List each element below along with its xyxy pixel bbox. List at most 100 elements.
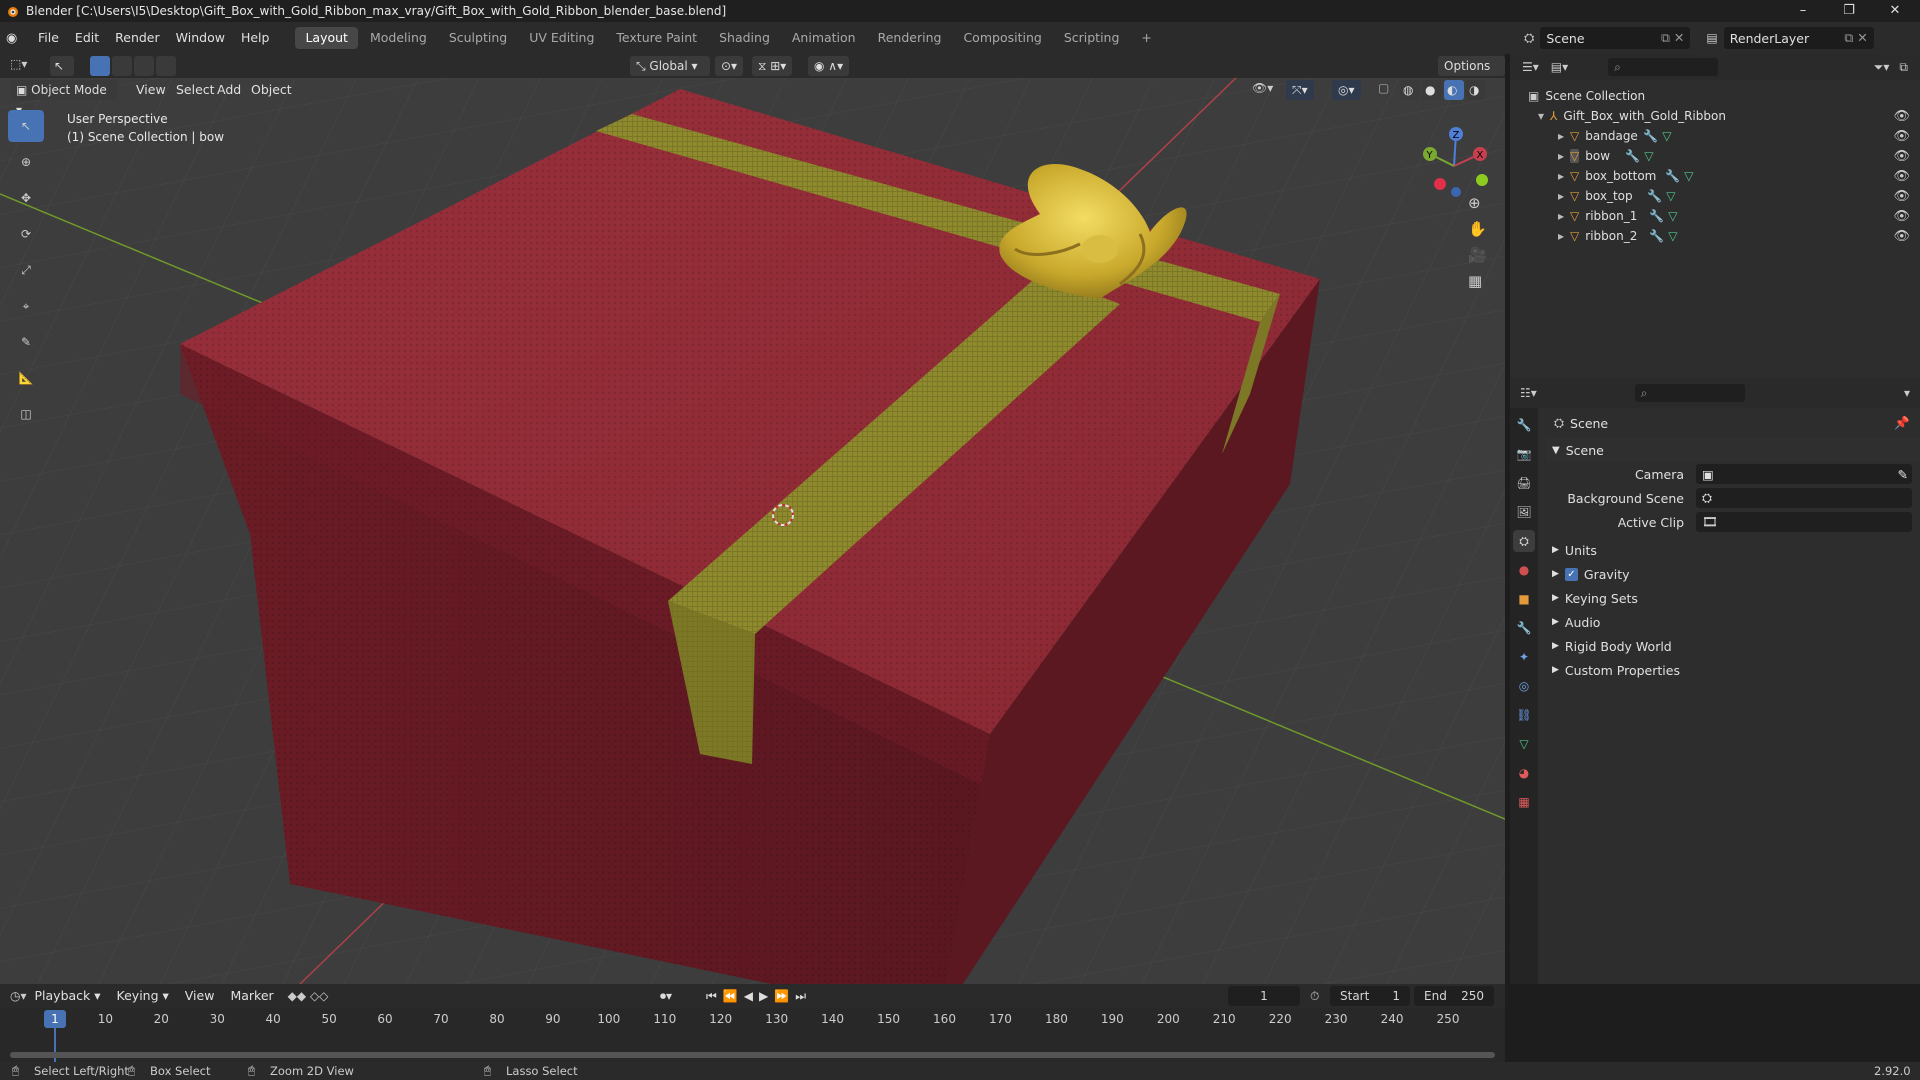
properties-search-input[interactable]: ⌕ bbox=[1634, 384, 1745, 402]
blender-menu-icon[interactable]: ◉ bbox=[6, 31, 30, 46]
tab-layout[interactable]: Layout bbox=[295, 27, 358, 49]
timeline-menu-marker[interactable]: Marker bbox=[222, 985, 281, 1007]
overlay-toggle-icon[interactable]: ◎▾ bbox=[1332, 80, 1361, 100]
transform-orientation-dropdown[interactable]: ⤡ Global ▾ bbox=[630, 56, 710, 76]
tool-tab-icon[interactable]: 🔧 bbox=[1513, 414, 1535, 436]
filter-icon[interactable]: ⏷▾ bbox=[1874, 60, 1890, 75]
tab-scripting[interactable]: Scripting bbox=[1054, 27, 1130, 49]
navigation-gizmo[interactable]: Z X Y bbox=[1420, 114, 1500, 204]
cursor-tool-icon[interactable]: ⊕ bbox=[8, 146, 44, 178]
select-box-tool-icon[interactable]: ↖ bbox=[8, 110, 44, 142]
section-keying-sets[interactable]: ▶ Keying Sets bbox=[1546, 586, 1920, 610]
maximize-button[interactable]: ❐ bbox=[1826, 0, 1872, 22]
eyedropper-icon[interactable]: ✎ bbox=[1898, 467, 1908, 482]
material-shading-icon[interactable]: ◐ bbox=[1444, 80, 1464, 100]
physics-tab-icon[interactable]: ◎ bbox=[1513, 675, 1535, 697]
section-gravity[interactable]: ▶ ✓ Gravity bbox=[1546, 562, 1920, 586]
jump-end-icon[interactable]: ⏭ bbox=[795, 989, 812, 1003]
solid-shading-icon[interactable]: ● bbox=[1422, 80, 1442, 100]
3d-viewport[interactable]: ⬚▾ ↖ ⤡ Global ▾ ⊙▾ ⧖ ⊞▾ ◉ ∧▾ Options ▾ ▣… bbox=[0, 54, 1505, 984]
camera-view-icon[interactable]: 🎥 bbox=[1468, 246, 1487, 264]
visibility-eye-icon[interactable]: 👁 bbox=[1893, 169, 1910, 184]
new-collection-icon[interactable]: ⧉ bbox=[1899, 60, 1908, 75]
section-custom-properties[interactable]: ▶ Custom Properties bbox=[1546, 658, 1920, 682]
outliner-item-ribbon-2[interactable]: ▸ ▽ ribbon_2 🔧 ▽ 👁 bbox=[1528, 226, 1920, 246]
outliner-item-bandage[interactable]: ▸ ▽ bandage 🔧 ▽ 👁 bbox=[1528, 126, 1920, 146]
expand-arrow-icon[interactable]: ▸ bbox=[1558, 229, 1564, 243]
renderlayer-selector[interactable]: RenderLayer ⧉ ✕ bbox=[1723, 27, 1874, 49]
display-mode-icon[interactable]: ▤▾ bbox=[1551, 60, 1568, 74]
transform-tool-icon[interactable]: ⌖ bbox=[8, 290, 44, 322]
camera-field[interactable]: ▣ ✎ bbox=[1696, 464, 1912, 484]
particles-tab-icon[interactable]: ✦ bbox=[1513, 646, 1535, 668]
move-tool-icon[interactable]: ✥ bbox=[8, 182, 44, 214]
pivot-point-icon[interactable]: ⊙▾ bbox=[715, 56, 744, 76]
tab-uv-editing[interactable]: UV Editing bbox=[519, 27, 604, 49]
clock-icon[interactable]: ⏱ bbox=[1310, 989, 1319, 1004]
outliner-item-box-bottom[interactable]: ▸ ▽ box_bottom 🔧 ▽ 👁 bbox=[1528, 166, 1920, 186]
outliner-editor-icon[interactable]: ☰▾ bbox=[1522, 60, 1539, 74]
scene-selector[interactable]: Scene ⧉ ✕ bbox=[1540, 27, 1691, 49]
grid-toggle-icon[interactable]: ▦ bbox=[1468, 272, 1487, 290]
expand-arrow-icon[interactable]: ▸ bbox=[1558, 169, 1564, 183]
zoom-icon[interactable]: ⊕ bbox=[1468, 194, 1487, 212]
menu-help[interactable]: Help bbox=[233, 27, 278, 49]
start-frame-field[interactable]: Start 1 bbox=[1330, 986, 1410, 1006]
active-clip-field[interactable]: 🎞 bbox=[1696, 512, 1912, 532]
modifier-tab-icon[interactable]: 🔧 bbox=[1513, 617, 1535, 639]
scene-panel-header[interactable]: ▼ Scene bbox=[1546, 438, 1920, 462]
tab-animation[interactable]: Animation bbox=[782, 27, 866, 49]
material-tab-icon[interactable]: ◕ bbox=[1513, 762, 1535, 784]
viewport-menu-object[interactable]: Object bbox=[243, 79, 300, 101]
scene-tab-icon[interactable]: ⛭ bbox=[1513, 530, 1535, 552]
timeline-menu-keying[interactable]: Keying ▾ bbox=[109, 985, 177, 1007]
select-new-icon[interactable] bbox=[90, 56, 110, 76]
timeline-scrollbar[interactable] bbox=[10, 1052, 1495, 1058]
prev-key-icon[interactable]: ⏪ bbox=[723, 989, 744, 1003]
rendered-shading-icon[interactable]: ◑ bbox=[1466, 80, 1486, 100]
tab-sculpting[interactable]: Sculpting bbox=[439, 27, 517, 49]
view-layer-tab-icon[interactable]: 🖼 bbox=[1513, 501, 1535, 523]
proportional-edit-icon[interactable]: ◉ ∧▾ bbox=[808, 56, 850, 76]
select-subtract-icon[interactable] bbox=[134, 56, 154, 76]
record-icon[interactable]: ⏺▾ bbox=[660, 989, 672, 1004]
wireframe-shading-icon[interactable]: ◍ bbox=[1400, 80, 1420, 100]
timeline-ruler[interactable]: 1 10 20 30 40 50 60 70 80 90 100 110 120 130 140 150 16… bbox=[0, 1008, 1505, 1062]
xray-icon[interactable]: ▢ bbox=[1378, 81, 1389, 95]
options-dropdown[interactable]: Options ▾ bbox=[1438, 56, 1505, 93]
object-tab-icon[interactable]: ■ bbox=[1513, 588, 1535, 610]
tab-modeling[interactable]: Modeling bbox=[360, 27, 437, 49]
scene-icon[interactable]: ⛭ bbox=[1524, 31, 1534, 46]
visibility-eye-icon[interactable]: 👁 bbox=[1893, 189, 1910, 204]
pan-hand-icon[interactable]: ✋ bbox=[1468, 220, 1487, 238]
play-icon[interactable]: ▶ bbox=[759, 989, 774, 1003]
gizmo-toggle-icon[interactable]: ⤧▾ bbox=[1286, 80, 1314, 100]
playhead-frame[interactable]: 1 bbox=[44, 1010, 66, 1028]
minimize-button[interactable]: – bbox=[1780, 0, 1826, 22]
add-workspace-button[interactable]: + bbox=[1131, 27, 1161, 49]
timeline-menu-playback[interactable]: Playback ▾ bbox=[27, 985, 109, 1007]
keyframe-buttons-icon[interactable]: ◆◆ ◇◇ bbox=[288, 989, 329, 1003]
visibility-eye-icon[interactable]: 👁 bbox=[1893, 229, 1910, 244]
visibility-eye-icon[interactable]: 👁 bbox=[1893, 209, 1910, 224]
current-frame-field[interactable]: 1 bbox=[1228, 986, 1300, 1006]
outliner-scene-collection[interactable]: ▣ Scene Collection bbox=[1528, 86, 1920, 106]
texture-tab-icon[interactable]: ▦ bbox=[1513, 791, 1535, 813]
viewport-menu-view[interactable]: View bbox=[128, 79, 174, 101]
rotate-tool-icon[interactable]: ⟳ bbox=[8, 218, 44, 250]
expand-arrow-icon[interactable]: ▸ bbox=[1558, 149, 1564, 163]
visibility-eye-icon[interactable]: 👁 bbox=[1893, 149, 1910, 164]
menu-edit[interactable]: Edit bbox=[67, 27, 107, 49]
tab-rendering[interactable]: Rendering bbox=[868, 27, 952, 49]
background-scene-field[interactable]: ⛭ bbox=[1696, 488, 1912, 508]
add-cube-tool-icon[interactable]: ◫ bbox=[8, 398, 44, 430]
panel-options-icon[interactable]: ▾ bbox=[1904, 386, 1910, 400]
measure-tool-icon[interactable]: 📐 bbox=[8, 362, 44, 394]
world-tab-icon[interactable]: ● bbox=[1513, 559, 1535, 581]
next-key-icon[interactable]: ⏩ bbox=[774, 989, 795, 1003]
render-layer-icon[interactable]: ▤ bbox=[1706, 31, 1717, 45]
end-frame-field[interactable]: End 250 bbox=[1414, 986, 1494, 1006]
select-extend-icon[interactable] bbox=[112, 56, 132, 76]
properties-editor-icon[interactable]: ☷▾ bbox=[1520, 386, 1537, 400]
section-rigid-body-world[interactable]: ▶ Rigid Body World bbox=[1546, 634, 1920, 658]
